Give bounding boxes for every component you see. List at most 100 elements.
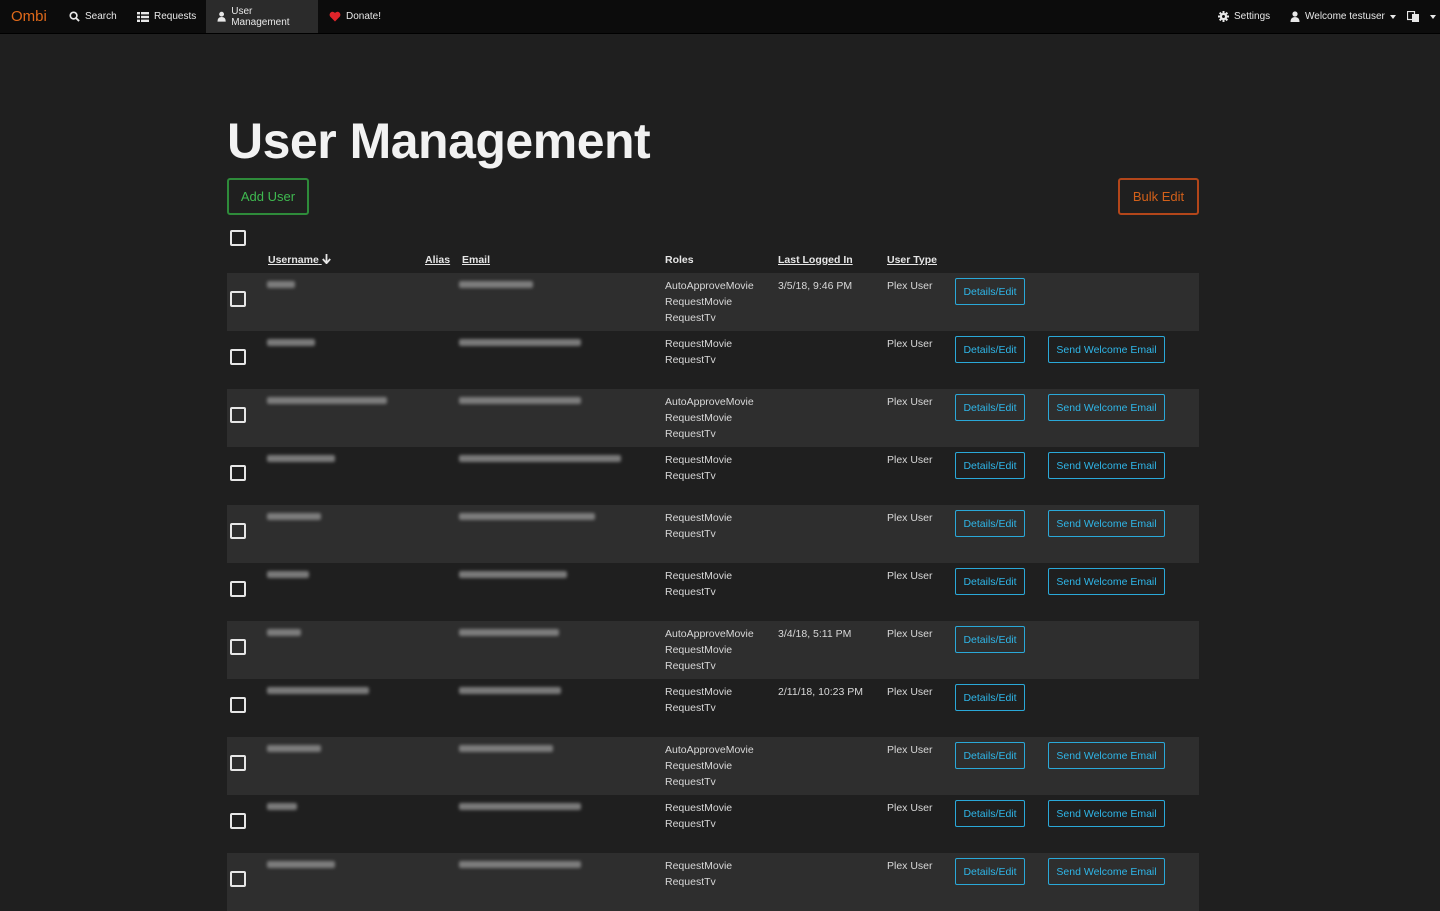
- row-select-checkbox[interactable]: [230, 697, 246, 713]
- redacted-email: [459, 455, 621, 462]
- nav-settings[interactable]: Settings: [1207, 0, 1281, 33]
- row-select-checkbox[interactable]: [230, 349, 246, 365]
- table-row: RequestMovie RequestTv Plex User Details/Ed…: [227, 505, 1199, 563]
- gear-icon: [1218, 11, 1229, 22]
- nav-welcome-label: Welcome testuser: [1305, 11, 1385, 22]
- nav-user-management[interactable]: User Management: [206, 0, 318, 33]
- details-edit-button[interactable]: Details/Edit: [955, 452, 1025, 479]
- role-label: RequestTv: [665, 312, 716, 324]
- role-label: RequestMovie: [665, 512, 733, 524]
- brand-logo[interactable]: Ombi: [11, 8, 47, 25]
- nav-donate[interactable]: Donate!: [318, 0, 392, 33]
- table-row: AutoApproveMovie RequestMovie RequestTv 3/5…: [227, 273, 1199, 331]
- redacted-email: [459, 745, 553, 752]
- role-label: RequestTv: [665, 428, 716, 440]
- send-welcome-email-button[interactable]: Send Welcome Email: [1048, 394, 1165, 421]
- role-label: RequestMovie: [665, 412, 733, 424]
- column-header-last-logged-in[interactable]: Last Logged In: [778, 254, 853, 266]
- send-welcome-email-button[interactable]: Send Welcome Email: [1048, 742, 1165, 769]
- details-edit-button[interactable]: Details/Edit: [955, 626, 1025, 653]
- details-edit-button[interactable]: Details/Edit: [955, 684, 1025, 711]
- nav-language-menu[interactable]: [1396, 0, 1440, 33]
- details-edit-button[interactable]: Details/Edit: [955, 568, 1025, 595]
- column-header-email[interactable]: Email: [462, 254, 490, 266]
- redacted-username: [267, 339, 315, 346]
- column-header-username[interactable]: Username: [268, 254, 331, 266]
- row-select-checkbox[interactable]: [230, 465, 246, 481]
- role-label: RequestMovie: [665, 296, 733, 308]
- role-label: RequestTv: [665, 528, 716, 540]
- nav-requests[interactable]: Requests: [126, 0, 207, 33]
- details-edit-button[interactable]: Details/Edit: [955, 800, 1025, 827]
- bulk-edit-button[interactable]: Bulk Edit: [1118, 178, 1199, 215]
- role-label: RequestMovie: [665, 802, 733, 814]
- send-welcome-email-button[interactable]: Send Welcome Email: [1048, 336, 1165, 363]
- row-select-checkbox[interactable]: [230, 813, 246, 829]
- select-all-checkbox[interactable]: [230, 230, 246, 246]
- roles-cell: RequestMovie RequestTv: [665, 800, 732, 832]
- details-edit-button[interactable]: Details/Edit: [955, 510, 1025, 537]
- details-edit-button[interactable]: Details/Edit: [955, 394, 1025, 421]
- role-label: RequestTv: [665, 470, 716, 482]
- user-type-cell: Plex User: [887, 860, 933, 872]
- roles-cell: RequestMovie RequestTv: [665, 336, 732, 368]
- nav-requests-label: Requests: [154, 11, 197, 22]
- list-icon: [137, 11, 149, 22]
- user-table-body: AutoApproveMovie RequestMovie RequestTv 3/5…: [227, 273, 1199, 911]
- roles-cell: RequestMovie RequestTv: [665, 452, 732, 484]
- redacted-email: [459, 861, 581, 868]
- user-type-cell: Plex User: [887, 454, 933, 466]
- row-select-checkbox[interactable]: [230, 581, 246, 597]
- redacted-username: [267, 687, 369, 694]
- nav-donate-label: Donate!: [346, 11, 382, 22]
- roles-cell: AutoApproveMovie RequestMovie RequestTv: [665, 626, 754, 674]
- row-select-checkbox[interactable]: [230, 871, 246, 887]
- chevron-down-icon: [1389, 14, 1396, 19]
- role-label: RequestTv: [665, 776, 716, 788]
- row-select-checkbox[interactable]: [230, 523, 246, 539]
- user-type-cell: Plex User: [887, 338, 933, 350]
- column-header-alias[interactable]: Alias: [425, 254, 450, 266]
- role-label: AutoApproveMovie: [665, 396, 754, 408]
- role-label: RequestMovie: [665, 454, 733, 466]
- role-label: RequestMovie: [665, 570, 733, 582]
- send-welcome-email-button[interactable]: Send Welcome Email: [1048, 858, 1165, 885]
- send-welcome-email-button[interactable]: Send Welcome Email: [1048, 452, 1165, 479]
- role-label: RequestTv: [665, 702, 716, 714]
- redacted-username: [267, 455, 335, 462]
- role-label: RequestTv: [665, 876, 716, 888]
- redacted-email: [459, 803, 581, 810]
- user-icon: [217, 11, 226, 22]
- send-welcome-email-button[interactable]: Send Welcome Email: [1048, 510, 1165, 537]
- table-row: AutoApproveMovie RequestMovie RequestTv Ple…: [227, 737, 1199, 795]
- redacted-username: [267, 513, 321, 520]
- sort-down-arrow-icon: [321, 254, 331, 265]
- redacted-username: [267, 861, 335, 868]
- add-user-button[interactable]: Add User: [227, 178, 309, 215]
- details-edit-button[interactable]: Details/Edit: [955, 742, 1025, 769]
- role-label: RequestMovie: [665, 338, 733, 350]
- roles-cell: RequestMovie RequestTv: [665, 568, 732, 600]
- nav-user-menu[interactable]: Welcome testuser: [1279, 0, 1407, 33]
- row-select-checkbox[interactable]: [230, 291, 246, 307]
- nav-user-management-label: User Management: [231, 5, 290, 28]
- details-edit-button[interactable]: Details/Edit: [955, 858, 1025, 885]
- role-label: RequestTv: [665, 354, 716, 366]
- redacted-email: [459, 339, 581, 346]
- roles-cell: AutoApproveMovie RequestMovie RequestTv: [665, 394, 754, 442]
- nav-search[interactable]: Search: [58, 0, 128, 33]
- last-logged-in-cell: 2/11/18, 10:23 PM: [778, 686, 864, 698]
- details-edit-button[interactable]: Details/Edit: [955, 278, 1025, 305]
- row-select-checkbox[interactable]: [230, 407, 246, 423]
- details-edit-button[interactable]: Details/Edit: [955, 336, 1025, 363]
- redacted-username: [267, 397, 387, 404]
- row-select-checkbox[interactable]: [230, 639, 246, 655]
- send-welcome-email-button[interactable]: Send Welcome Email: [1048, 568, 1165, 595]
- column-header-user-type[interactable]: User Type: [887, 254, 937, 266]
- top-navbar: Ombi Search Requests User Management Don…: [0, 0, 1440, 34]
- column-header-username-label: Username: [268, 254, 319, 266]
- row-select-checkbox[interactable]: [230, 755, 246, 771]
- send-welcome-email-button[interactable]: Send Welcome Email: [1048, 800, 1165, 827]
- roles-cell: RequestMovie RequestTv: [665, 858, 732, 890]
- last-logged-in-cell: 3/4/18, 5:11 PM: [778, 628, 852, 640]
